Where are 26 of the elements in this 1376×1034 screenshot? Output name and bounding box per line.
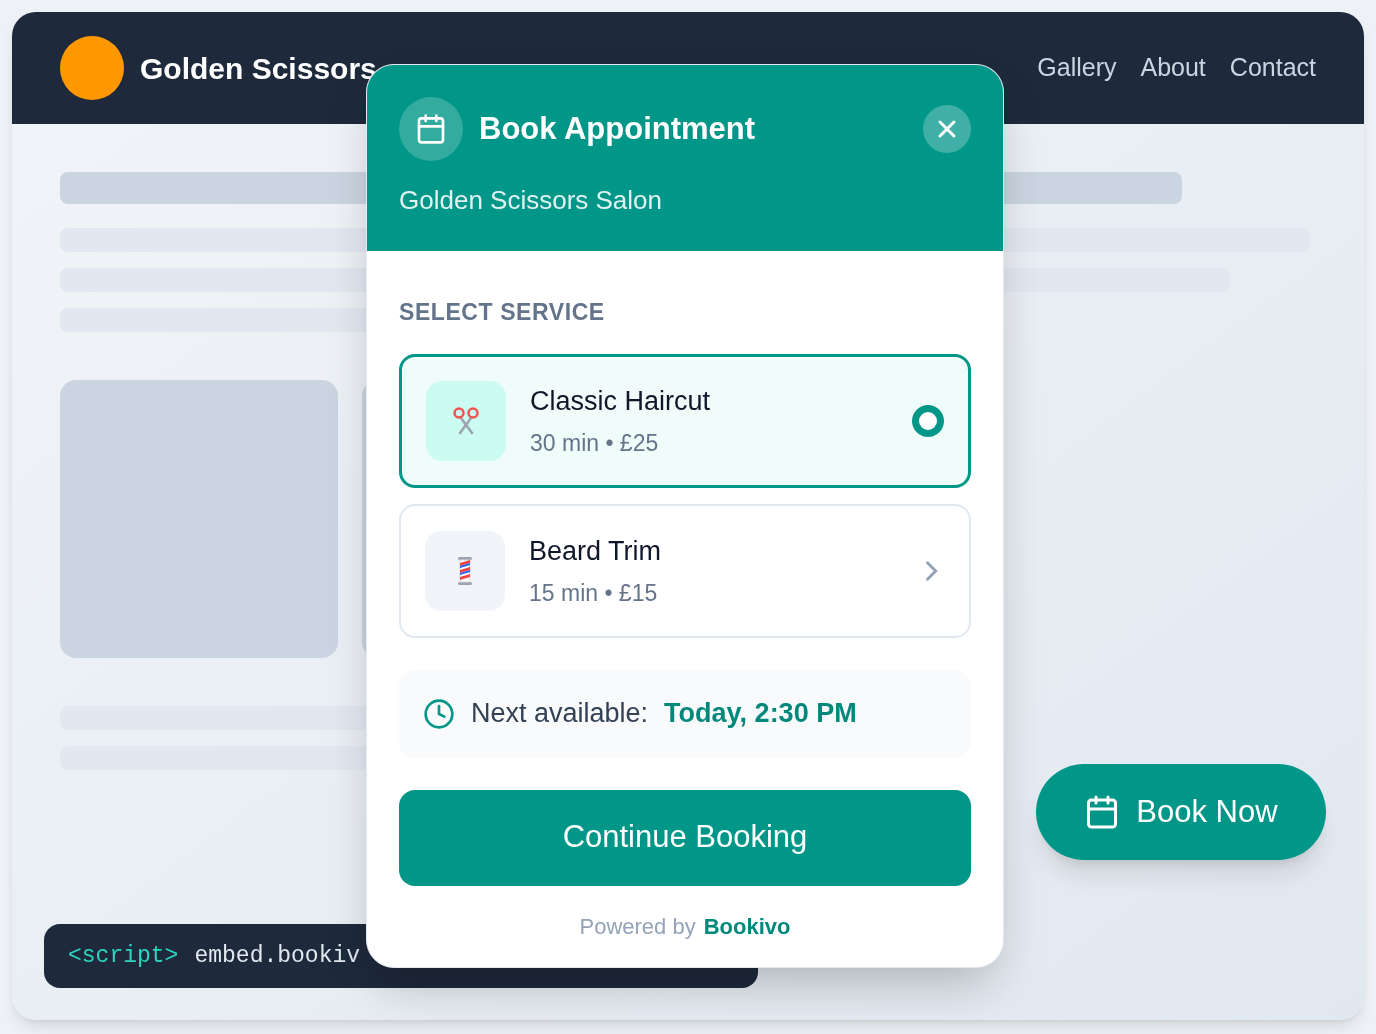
calendar-icon	[415, 113, 447, 145]
service-details: 15 min • £15	[529, 578, 659, 608]
site-name: Golden Scissors	[140, 50, 377, 87]
availability-value: Today, 2:30 PM	[664, 697, 857, 731]
close-button[interactable]	[923, 105, 971, 153]
service-details: 30 min • £25	[530, 428, 660, 458]
modal-subtitle: Golden Scissors Salon	[399, 184, 664, 217]
brand-link[interactable]: Bookivo	[703, 909, 791, 943]
section-label: SELECT SERVICE	[399, 298, 606, 327]
continue-booking-button[interactable]: Continue Booking	[399, 789, 971, 886]
radio-selected	[912, 404, 944, 437]
code-text: embed.bookiv	[194, 941, 361, 971]
service-name: Classic Haircut	[530, 385, 711, 418]
nav-link[interactable]: Contact	[1229, 49, 1316, 87]
nav-link[interactable]: About	[1140, 49, 1206, 87]
service-option[interactable]: Classic Haircut 30 min • £25	[399, 353, 971, 488]
scissors-icon	[450, 404, 482, 437]
code-tag: <script>	[68, 938, 179, 974]
modal-title: Book Appointment	[479, 109, 756, 148]
powered-by-text: Powered by	[579, 912, 696, 941]
availability-label: Next available:	[471, 697, 649, 731]
service-name: Beard Trim	[529, 535, 662, 568]
nav-link[interactable]: Gallery	[1037, 49, 1117, 87]
service-option[interactable]: Beard Trim 15 min • £15	[399, 503, 971, 638]
clock-icon	[423, 697, 455, 730]
book-now-button[interactable]: Book Now	[1036, 764, 1326, 860]
